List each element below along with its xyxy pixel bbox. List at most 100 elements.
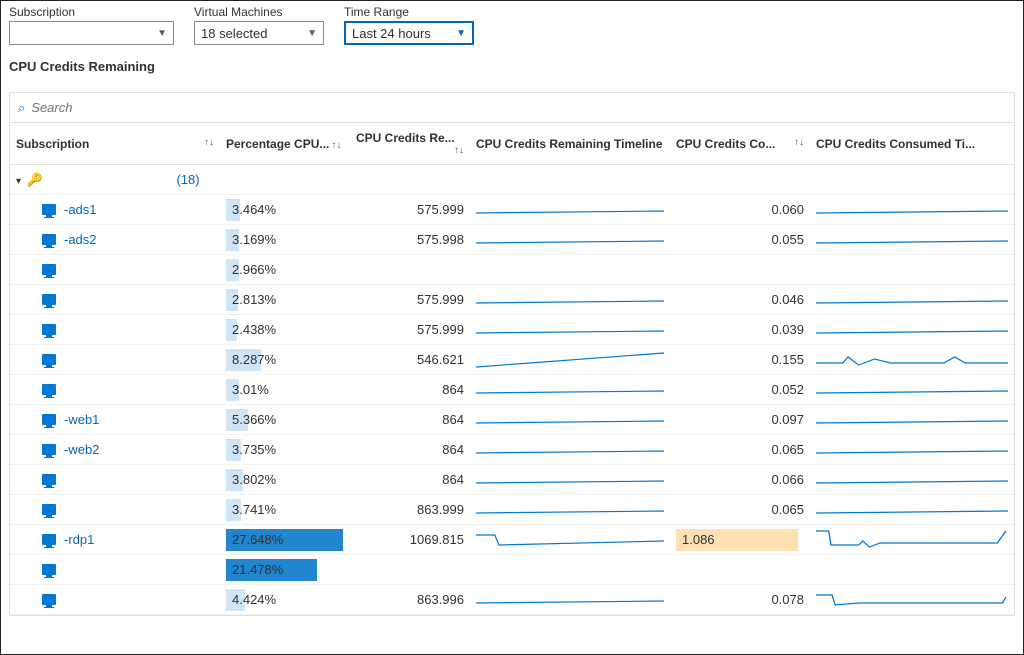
col-credits-remaining[interactable]: CPU Credits Re...↑↓ <box>350 123 470 165</box>
credits-remaining-sparkline <box>470 495 670 525</box>
section-title: CPU Credits Remaining <box>1 45 1023 92</box>
credits-consumed-value: 0.078 <box>670 585 810 615</box>
table-row: 8.287% 546.621 0.155 <box>10 345 1014 375</box>
subscription-dropdown[interactable]: ▼ <box>9 21 174 45</box>
credits-consumed-sparkline <box>810 555 1014 585</box>
table-row: 4.424% 863.9960.078 <box>10 585 1014 615</box>
group-count[interactable]: (18) <box>176 172 199 187</box>
search-bar[interactable]: ⌕ <box>10 93 1014 123</box>
credits-remaining-sparkline <box>470 375 670 405</box>
credits-consumed-value: 0.097 <box>670 405 810 435</box>
vm-icon <box>42 504 56 515</box>
credits-remaining-sparkline <box>470 465 670 495</box>
credits-remaining-sparkline <box>470 285 670 315</box>
vm-link[interactable]: -rdp1 <box>64 532 94 547</box>
credits-remaining-sparkline <box>470 585 670 615</box>
credits-consumed-sparkline <box>810 315 1014 345</box>
percentage-cpu-bar: 3.802% <box>226 469 344 491</box>
credits-remaining-value: 864 <box>350 465 470 495</box>
subscription-label: Subscription <box>9 5 174 19</box>
col-percentage-cpu[interactable]: Percentage CPU...↑↓ <box>220 123 350 165</box>
credits-remaining-value: 864 <box>350 435 470 465</box>
col-credits-remaining-timeline[interactable]: CPU Credits Remaining Timeline <box>470 123 670 165</box>
time-range-dropdown[interactable]: Last 24 hours ▼ <box>344 21 474 45</box>
credits-consumed-value: 0.155 <box>670 345 810 375</box>
time-range-value: Last 24 hours <box>352 26 456 41</box>
credits-remaining-sparkline <box>470 405 670 435</box>
percentage-cpu-bar: 3.01% <box>226 379 344 401</box>
vm-icon <box>42 594 56 605</box>
table-row: 2.438% 575.9990.039 <box>10 315 1014 345</box>
credits-remaining-sparkline <box>470 255 670 285</box>
table-row: 3.01% 864 0.052 <box>10 375 1014 405</box>
time-range-label: Time Range <box>344 5 474 19</box>
virtual-machines-label: Virtual Machines <box>194 5 324 19</box>
credits-remaining-value: 575.999 <box>350 195 470 225</box>
vm-icon <box>42 294 56 305</box>
search-icon: ⌕ <box>18 100 25 116</box>
col-credits-consumed[interactable]: CPU Credits Co...↑↓ <box>670 123 810 165</box>
percentage-cpu-bar: 3.169% <box>226 229 344 251</box>
credits-consumed-sparkline <box>810 465 1014 495</box>
vm-link[interactable]: -web2 <box>64 442 99 457</box>
credits-consumed-sparkline <box>810 255 1014 285</box>
table-row: 2.966% <box>10 255 1014 285</box>
percentage-cpu-bar: 21.478% <box>226 559 344 581</box>
credits-remaining-sparkline <box>470 435 670 465</box>
credits-remaining-value: 864 <box>350 375 470 405</box>
credits-consumed-value: 0.046 <box>670 285 810 315</box>
percentage-cpu-bar: 27.648% <box>226 529 344 551</box>
credits-remaining-sparkline <box>470 225 670 255</box>
chevron-down-icon: ▾ <box>16 176 21 187</box>
credits-consumed-sparkline <box>810 435 1014 465</box>
chevron-down-icon: ▼ <box>307 28 317 39</box>
table-row: 2.813% 575.999 0.046 <box>10 285 1014 315</box>
table-row: 3.802% 8640.066 <box>10 465 1014 495</box>
table-row: -web2 3.735% 8640.065 <box>10 435 1014 465</box>
vm-link[interactable]: -web1 <box>64 412 99 427</box>
credits-remaining-sparkline <box>470 195 670 225</box>
credits-remaining-value: 863.999 <box>350 495 470 525</box>
table-row: 21.478% <box>10 555 1014 585</box>
col-subscription[interactable]: Subscription↑↓ <box>10 123 220 165</box>
chevron-down-icon: ▼ <box>157 28 167 39</box>
percentage-cpu-bar: 3.464% <box>226 199 344 221</box>
credits-remaining-sparkline <box>470 315 670 345</box>
credits-consumed-value: 0.052 <box>670 375 810 405</box>
virtual-machines-dropdown[interactable]: 18 selected ▼ <box>194 21 324 45</box>
group-row[interactable]: ▾ 🔑 (18) <box>10 165 1014 195</box>
key-icon: 🔑 <box>27 172 43 187</box>
percentage-cpu-bar: 4.424% <box>226 589 344 611</box>
percentage-cpu-bar: 5.366% <box>226 409 344 431</box>
vm-icon <box>42 354 56 365</box>
vm-link[interactable]: -ads1 <box>64 202 97 217</box>
vm-link[interactable]: -ads2 <box>64 232 97 247</box>
virtual-machines-value: 18 selected <box>201 26 307 41</box>
chevron-down-icon: ▼ <box>456 28 466 39</box>
percentage-cpu-bar: 2.813% <box>226 289 344 311</box>
credits-consumed-sparkline <box>810 525 1014 555</box>
search-input[interactable] <box>31 100 1006 115</box>
credits-consumed-value: 0.065 <box>670 435 810 465</box>
table-row: -ads1 3.464% 575.999 0.060 <box>10 195 1014 225</box>
vm-icon <box>42 384 56 395</box>
credits-consumed-value: 0.060 <box>670 195 810 225</box>
credits-consumed-value: 1.086 <box>670 525 810 555</box>
credits-consumed-sparkline <box>810 585 1014 615</box>
vm-icon <box>42 204 56 215</box>
col-credits-consumed-timeline[interactable]: CPU Credits Consumed Ti... <box>810 123 1014 165</box>
credits-consumed-value: 0.055 <box>670 225 810 255</box>
percentage-cpu-bar: 8.287% <box>226 349 344 371</box>
credits-remaining-sparkline <box>470 345 670 375</box>
credits-consumed-value <box>670 255 810 285</box>
vm-icon <box>42 444 56 455</box>
credits-remaining-sparkline <box>470 525 670 555</box>
credits-remaining-value: 1069.815 <box>350 525 470 555</box>
credits-remaining-value: 546.621 <box>350 345 470 375</box>
credits-remaining-value: 575.999 <box>350 285 470 315</box>
vm-icon <box>42 234 56 245</box>
percentage-cpu-bar: 2.438% <box>226 319 344 341</box>
credits-remaining-value: 575.999 <box>350 315 470 345</box>
percentage-cpu-bar: 3.741% <box>226 499 344 521</box>
credits-remaining-value: 575.998 <box>350 225 470 255</box>
